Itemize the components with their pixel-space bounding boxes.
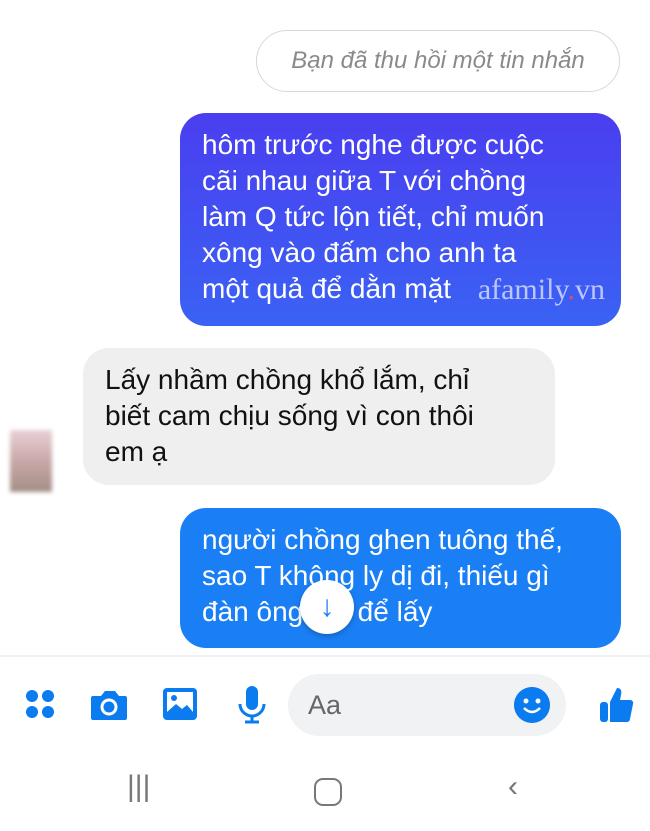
home-icon[interactable] bbox=[314, 778, 342, 806]
recent-apps-icon[interactable]: ||| bbox=[127, 770, 150, 804]
recalled-message: Bạn đã thu hồi một tin nhắn bbox=[256, 30, 620, 92]
apps-icon[interactable] bbox=[18, 682, 62, 726]
watermark: afamily.vn bbox=[477, 273, 605, 306]
emoji-icon[interactable] bbox=[514, 687, 550, 723]
incoming-message[interactable]: Lấy nhầm chồng khổ lắm, chỉ biết cam chị… bbox=[83, 348, 555, 485]
camera-icon[interactable] bbox=[87, 682, 131, 726]
image-icon[interactable] bbox=[158, 682, 202, 726]
like-icon[interactable] bbox=[596, 682, 640, 726]
outgoing-message[interactable]: hôm trước nghe được cuộc cãi nhau giữa T… bbox=[180, 113, 621, 326]
outgoing-message[interactable]: người chồng ghen tuông thế, sao T không … bbox=[180, 508, 621, 648]
back-icon[interactable]: ‹ bbox=[508, 770, 518, 804]
avatar[interactable] bbox=[10, 430, 52, 492]
message-input[interactable]: Aa bbox=[288, 674, 566, 736]
scroll-down-icon[interactable]: ↓ bbox=[300, 580, 354, 634]
divider bbox=[0, 655, 650, 657]
microphone-icon[interactable] bbox=[230, 682, 274, 726]
